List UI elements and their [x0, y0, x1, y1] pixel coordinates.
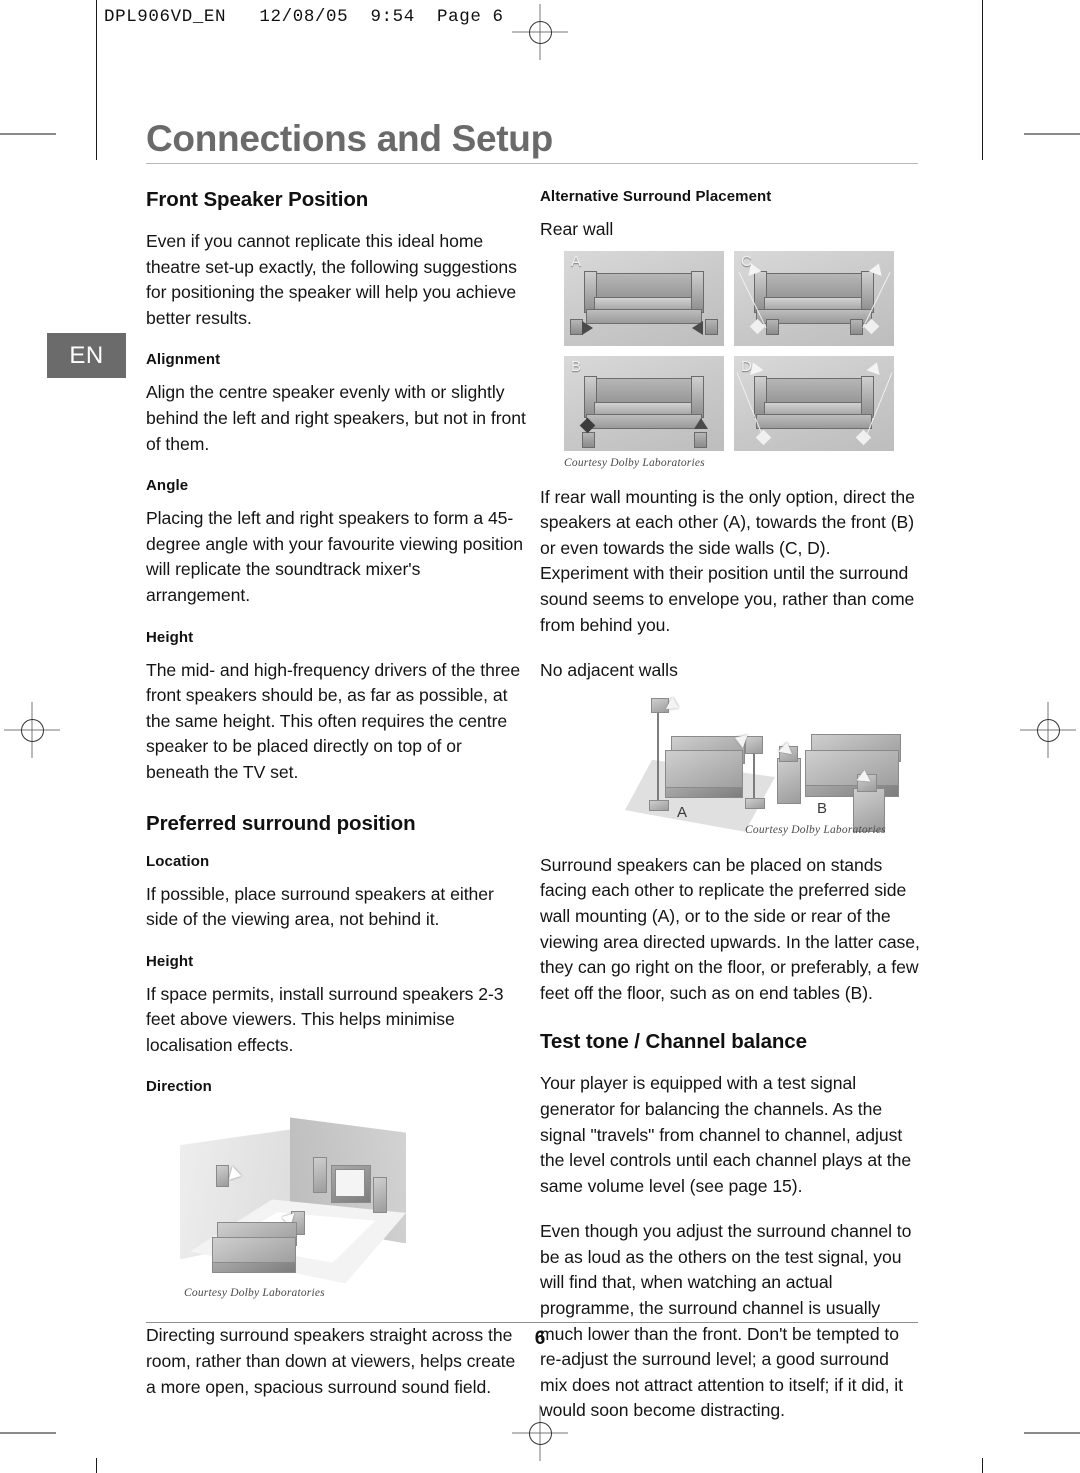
- figure-direction-room: Courtesy Dolby Laboratories: [174, 1107, 504, 1307]
- sofa-base: [586, 308, 702, 324]
- panel-marker-left: [755, 429, 772, 445]
- rear-wall-panel-grid: A C B D: [564, 250, 894, 451]
- room-front-left-speaker: [313, 1157, 327, 1194]
- page-number: 6: [534, 1328, 546, 1349]
- panel-speaker-right: [850, 318, 863, 335]
- panel-speaker-left: [582, 431, 595, 448]
- subheading-alignment: Alignment: [146, 351, 221, 369]
- panel-speaker-right: [705, 318, 718, 335]
- stand-speaker-a-left: [651, 697, 669, 713]
- stand-label-a: A: [677, 803, 688, 821]
- document-page: Connections and Setup EN Front Speaker P…: [0, 0, 1080, 1473]
- sofa-arm-right: [691, 270, 704, 313]
- sofa-a-base: [665, 786, 743, 798]
- panel-speaker-right: [694, 431, 707, 448]
- sofa-b-seat: [805, 749, 899, 790]
- language-tab-en: EN: [47, 333, 126, 378]
- sofa-illustration: [584, 270, 704, 325]
- stand-base-a-right: [745, 797, 765, 809]
- right-column: Alternative Surround Placement Rear wall…: [540, 188, 920, 1444]
- rear-wall-panel-d: D: [734, 355, 894, 451]
- sofa-base: [586, 413, 702, 429]
- heading-preferred-surround-position: Preferred surround position: [146, 811, 416, 835]
- rear-wall-panel-label: A: [571, 252, 582, 270]
- sofa-illustration: [754, 375, 874, 430]
- heading-test-tone-channel-balance: Test tone / Channel balance: [540, 1030, 807, 1054]
- panel-arrow-forward-right: [694, 417, 708, 429]
- figure-rear-wall: A C B D Courtesy Dolby Laboratories: [540, 250, 920, 469]
- paragraph-angle: Placing the left and right speakers to f…: [146, 508, 524, 605]
- paragraph-intro: Even if you cannot replicate this ideal …: [146, 231, 517, 328]
- sofa-base: [756, 413, 872, 429]
- stand-speaker-a-right: [745, 735, 763, 754]
- paragraph-height-surround: If space permits, install surround speak…: [146, 983, 504, 1055]
- subheading-location: Location: [146, 852, 210, 870]
- rear-wall-panel-c: C: [734, 250, 894, 346]
- subheading-direction: Direction: [146, 1078, 212, 1096]
- subheading-height-surround: Height: [146, 952, 194, 970]
- figure-rear-wall-caption: Courtesy Dolby Laboratories: [564, 456, 705, 469]
- sofa-arm-right: [691, 375, 704, 418]
- sofa-a-seat: [665, 749, 743, 792]
- end-table-b-left: [777, 757, 801, 804]
- room-tv-screen: [335, 1169, 365, 1198]
- page-title: Connections and Setup: [146, 118, 553, 159]
- label-no-adjacent-walls: No adjacent walls: [540, 660, 678, 681]
- label-rear-wall: Rear wall: [540, 219, 614, 239]
- panel-arrow-left-pointing: [692, 320, 703, 335]
- panel-arrow-right-pointing: [582, 320, 593, 335]
- rear-wall-panel-b: B: [564, 355, 724, 451]
- room-sofa-base: [212, 1262, 296, 1274]
- rear-wall-panel-a: A: [564, 250, 724, 346]
- left-column: Front Speaker Position Even if you canno…: [146, 188, 526, 1420]
- rear-wall-panel-label: B: [571, 357, 582, 375]
- stand-pole-a-left: [657, 705, 659, 802]
- figure-stands-caption: Courtesy Dolby Laboratories: [745, 823, 886, 836]
- room-front-right-speaker: [373, 1177, 387, 1214]
- subheading-angle: Angle: [146, 477, 189, 495]
- end-table-arrow-b-right: [856, 769, 872, 782]
- sofa-illustration: [754, 270, 874, 325]
- paragraph-test-tone-1: Your player is equipped with a test sign…: [540, 1073, 912, 1196]
- panel-arrow-up-right: [866, 359, 884, 375]
- room-surround-left-speaker: [216, 1165, 229, 1188]
- footer-divider: [146, 1322, 918, 1323]
- end-table-arrow-b-left: [778, 740, 794, 754]
- language-tab-label: EN: [69, 341, 104, 369]
- panel-marker-right: [855, 429, 872, 445]
- panel-speaker-left: [766, 318, 779, 335]
- paragraph-height-front: The mid- and high-frequency drivers of t…: [146, 659, 521, 782]
- figure-direction-caption: Courtesy Dolby Laboratories: [184, 1287, 325, 1300]
- title-divider: [146, 163, 918, 164]
- heading-front-speaker-position: Front Speaker Position: [146, 188, 369, 211]
- paragraph-stands: Surround speakers can be placed on stand…: [540, 854, 920, 1003]
- paragraph-alignment: Align the centre speaker evenly with or …: [146, 382, 526, 454]
- sofa-arm-right: [861, 375, 874, 418]
- figure-no-adjacent-walls: A B Courtesy Dolby Laboratories: [625, 692, 955, 837]
- subheading-alternative-surround-placement: Alternative Surround Placement: [540, 188, 772, 205]
- paragraph-rear-wall: If rear wall mounting is the only option…: [540, 486, 915, 635]
- subheading-height-front: Height: [146, 628, 194, 646]
- stand-label-b: B: [817, 799, 828, 817]
- stand-base-a-left: [649, 799, 669, 811]
- paragraph-location: If possible, place surround speakers at …: [146, 883, 494, 930]
- sofa-illustration: [584, 375, 704, 430]
